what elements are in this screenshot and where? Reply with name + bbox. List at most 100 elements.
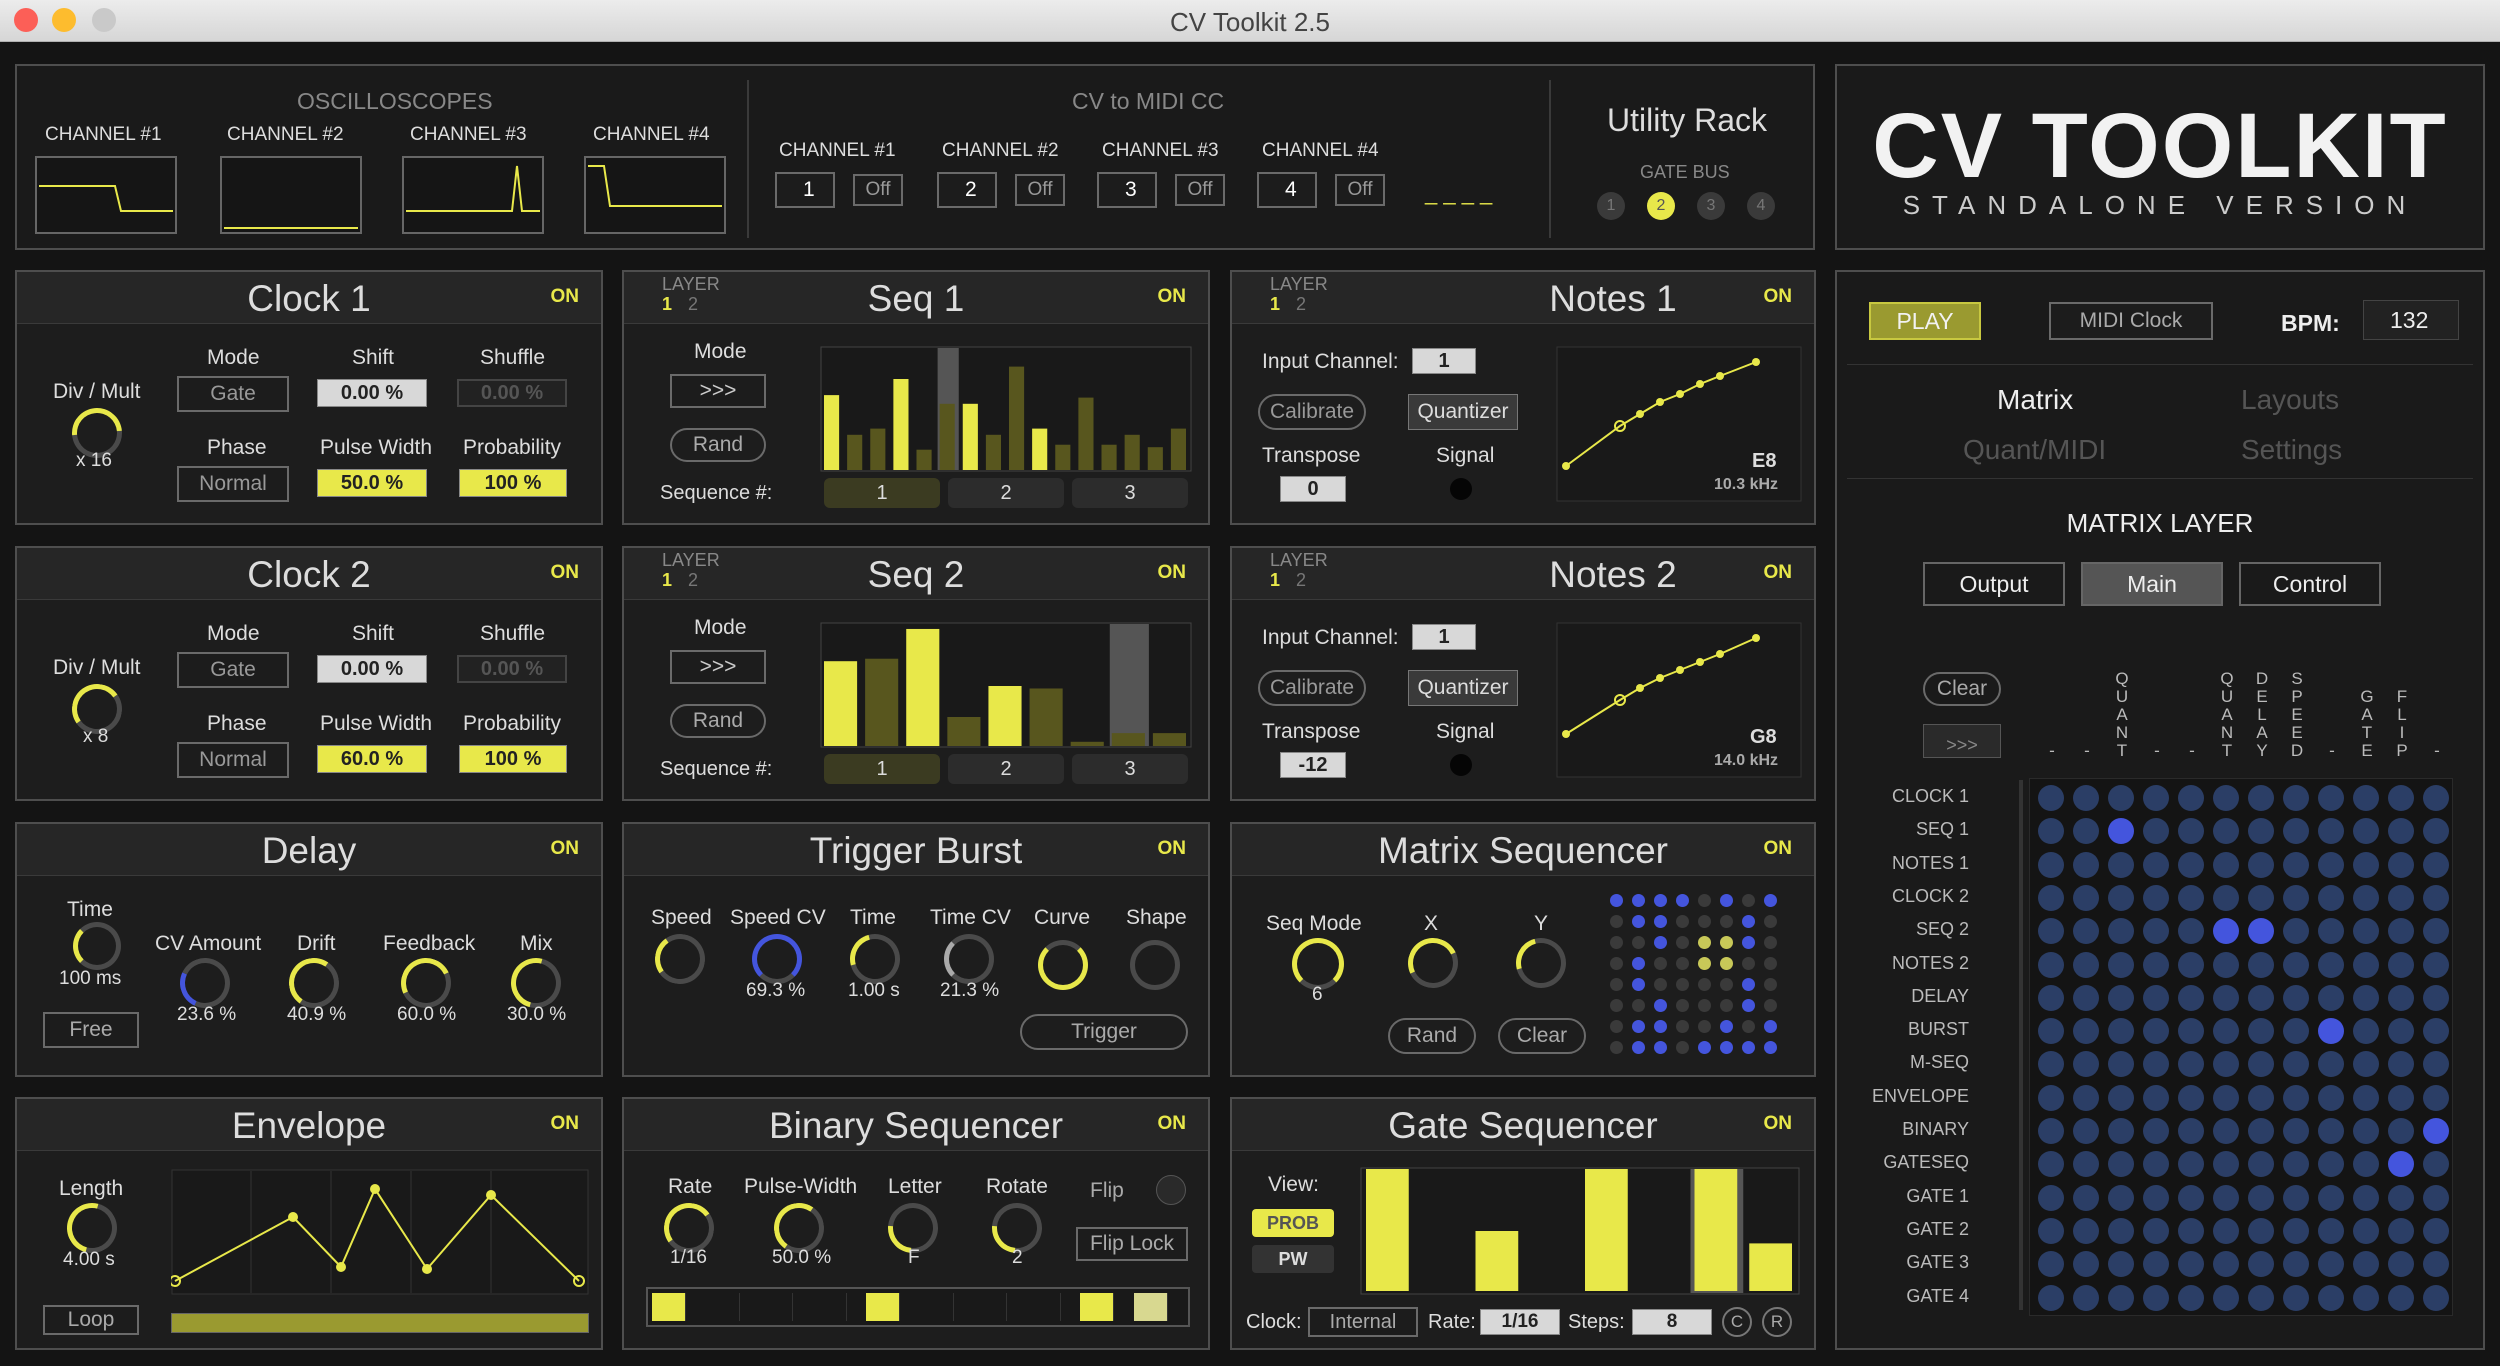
matrix-cell[interactable] bbox=[2108, 984, 2134, 1011]
matrix-cell[interactable] bbox=[2108, 1251, 2134, 1278]
matrix-cell[interactable] bbox=[2388, 884, 2414, 911]
clock2-pw-value[interactable]: 60.0 % bbox=[317, 745, 427, 773]
cc-ch2-toggle[interactable]: Off bbox=[1015, 174, 1065, 206]
matrix-cell[interactable] bbox=[2283, 785, 2309, 811]
matrix-cell[interactable] bbox=[2213, 1284, 2239, 1311]
matrix-cell[interactable] bbox=[2318, 818, 2344, 845]
matrix-cell[interactable] bbox=[2038, 1251, 2064, 1278]
matrix-cell[interactable] bbox=[2178, 918, 2204, 945]
mseq-cell[interactable] bbox=[1632, 978, 1645, 991]
matrix-cell[interactable] bbox=[2353, 1184, 2379, 1211]
seq2-step-bars[interactable] bbox=[820, 622, 1192, 748]
mseq-cell[interactable] bbox=[1676, 957, 1689, 970]
matrix-cell[interactable] bbox=[2248, 818, 2274, 845]
matrix-cell[interactable] bbox=[2283, 1151, 2309, 1178]
matrix-cell[interactable] bbox=[2353, 1284, 2379, 1311]
matrix-cell[interactable] bbox=[2213, 951, 2239, 978]
mseq-cell[interactable] bbox=[1610, 894, 1623, 907]
seq2-seq-2[interactable]: 2 bbox=[948, 754, 1064, 784]
matrix-cell[interactable] bbox=[2388, 1018, 2414, 1045]
matrix-cell[interactable] bbox=[2073, 818, 2099, 845]
mseq-cell[interactable] bbox=[1720, 999, 1733, 1012]
matrix-cell[interactable] bbox=[2038, 851, 2064, 878]
matrix-mode-button[interactable]: >>> bbox=[1923, 724, 2001, 758]
matrix-cell[interactable] bbox=[2213, 1018, 2239, 1045]
mseq-grid[interactable] bbox=[1610, 894, 1790, 1064]
layer-control-button[interactable]: Control bbox=[2239, 562, 2381, 606]
matrix-cell[interactable] bbox=[2108, 1284, 2134, 1311]
matrix-cell[interactable] bbox=[2038, 818, 2064, 845]
envelope-graph[interactable] bbox=[171, 1169, 589, 1295]
matrix-cell[interactable] bbox=[2248, 1184, 2274, 1211]
matrix-cell[interactable] bbox=[2073, 1251, 2099, 1278]
notes1-layer-2[interactable]: 2 bbox=[1296, 294, 1306, 314]
binseq-steps[interactable] bbox=[646, 1287, 1190, 1327]
notes2-transpose-value[interactable]: -12 bbox=[1280, 752, 1346, 778]
mseq-cell[interactable] bbox=[1610, 1041, 1623, 1054]
matrix-cell[interactable] bbox=[2423, 1084, 2449, 1111]
matrix-cell[interactable] bbox=[2213, 1051, 2239, 1078]
matrix-cell[interactable] bbox=[2353, 1251, 2379, 1278]
seq1-mode-select[interactable]: >>> bbox=[670, 374, 766, 408]
matrix-cell[interactable] bbox=[2423, 818, 2449, 845]
matrix-cell[interactable] bbox=[2143, 951, 2169, 978]
mseq-x-knob[interactable] bbox=[1400, 930, 1466, 996]
envelope-on-toggle[interactable]: ON bbox=[551, 1113, 580, 1135]
matrix-cell[interactable] bbox=[2388, 984, 2414, 1011]
matrix-cell[interactable] bbox=[2178, 785, 2204, 811]
binseq-flip-toggle[interactable] bbox=[1156, 1175, 1186, 1205]
matrix-cell[interactable] bbox=[2248, 1051, 2274, 1078]
matrix-cell[interactable] bbox=[2283, 1217, 2309, 1244]
matrix-clear-button[interactable]: Clear bbox=[1923, 672, 2001, 706]
matrix-cell[interactable] bbox=[2283, 1284, 2309, 1311]
mseq-cell[interactable] bbox=[1764, 936, 1777, 949]
seq2-step-bar[interactable] bbox=[1070, 741, 1104, 746]
gateseq-step-bar[interactable] bbox=[1366, 1169, 1409, 1291]
matrix-cell[interactable] bbox=[2178, 1251, 2204, 1278]
matrix-cell[interactable] bbox=[2283, 1018, 2309, 1045]
clock1-shift-value[interactable]: 0.00 % bbox=[317, 379, 427, 407]
gateseq-step-bar[interactable] bbox=[1475, 1231, 1519, 1291]
matrix-cell[interactable] bbox=[2178, 1051, 2204, 1078]
cc-ch4-number[interactable]: 4 bbox=[1257, 172, 1317, 208]
matrix-cell[interactable] bbox=[2318, 984, 2344, 1011]
seq2-playhead[interactable] bbox=[1109, 624, 1149, 746]
mseq-cell[interactable] bbox=[1720, 894, 1733, 907]
gateseq-rate-value[interactable]: 1/16 bbox=[1480, 1309, 1560, 1335]
mseq-cell[interactable] bbox=[1654, 894, 1667, 907]
mseq-cell[interactable] bbox=[1764, 999, 1777, 1012]
mseq-mode-knob[interactable] bbox=[1292, 938, 1344, 990]
matrix-cell[interactable] bbox=[2073, 1084, 2099, 1111]
matrix-cell[interactable] bbox=[2178, 951, 2204, 978]
gateseq-clock-select[interactable]: Internal bbox=[1308, 1307, 1418, 1337]
gateseq-prob-button[interactable]: PROB bbox=[1252, 1209, 1334, 1237]
mseq-cell[interactable] bbox=[1698, 957, 1711, 970]
matrix-cell[interactable] bbox=[2423, 1251, 2449, 1278]
seq2-step-bar[interactable] bbox=[906, 628, 940, 746]
matrix-cell[interactable] bbox=[2178, 1018, 2204, 1045]
matrix-cell[interactable] bbox=[2178, 818, 2204, 845]
matrix-cell[interactable] bbox=[2143, 1151, 2169, 1178]
gateseq-steps-value[interactable]: 8 bbox=[1632, 1309, 1712, 1335]
matrix-cell[interactable] bbox=[2248, 1217, 2274, 1244]
binseq-step[interactable] bbox=[1133, 1293, 1168, 1321]
matrix-cell[interactable] bbox=[2318, 1118, 2344, 1144]
gate-bus-2[interactable]: 2 bbox=[1647, 192, 1675, 220]
seq1-step-bar[interactable] bbox=[847, 434, 863, 470]
matrix-cell[interactable] bbox=[2423, 884, 2449, 911]
binseq-on-toggle[interactable]: ON bbox=[1158, 1113, 1187, 1135]
matrix-cell[interactable] bbox=[2283, 1051, 2309, 1078]
matrix-cell[interactable] bbox=[2353, 1118, 2379, 1144]
seq2-rand-button[interactable]: Rand bbox=[670, 704, 766, 738]
notes1-input-value[interactable]: 1 bbox=[1412, 348, 1476, 374]
matrix-cell[interactable] bbox=[2318, 1018, 2344, 1045]
matrix-cell[interactable] bbox=[2143, 1051, 2169, 1078]
mseq-cell[interactable] bbox=[1764, 894, 1777, 907]
matrix-cell[interactable] bbox=[2213, 851, 2239, 878]
matrix-cell[interactable] bbox=[2213, 818, 2239, 845]
seq1-seq-3[interactable]: 3 bbox=[1072, 478, 1188, 508]
mseq-cell[interactable] bbox=[1632, 1020, 1645, 1033]
mseq-cell[interactable] bbox=[1654, 1020, 1667, 1033]
matrix-cell[interactable] bbox=[2248, 984, 2274, 1011]
envelope-loop-button[interactable]: Loop bbox=[43, 1305, 139, 1335]
